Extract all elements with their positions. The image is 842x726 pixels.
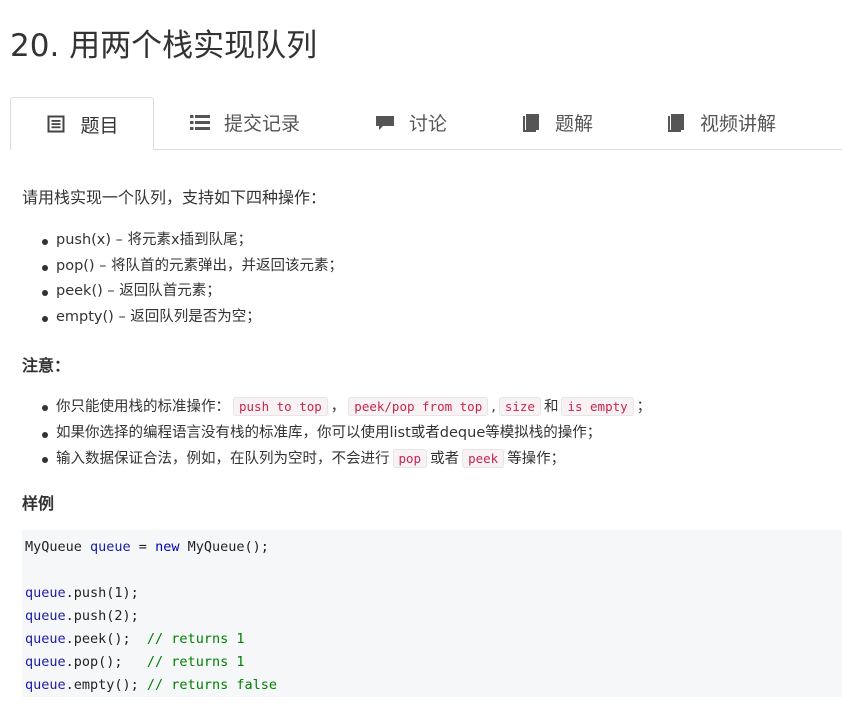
tab-discussion[interactable]: 讨论 xyxy=(374,97,447,148)
code-text: .push(1); xyxy=(65,585,139,601)
code-line: queue.pop(); // returns 1 xyxy=(25,651,839,674)
list-item: 你只能使用栈的标准操作： push to top， peek/pop from to… xyxy=(42,394,651,421)
tab-submissions[interactable]: 提交记录 xyxy=(189,97,300,148)
note-text: 和 xyxy=(543,399,559,415)
code-line: queue.push(1); xyxy=(25,582,839,605)
problem-intro: 请用栈实现一个队列，支持如下四种操作： xyxy=(22,188,327,207)
inline-code: push to top xyxy=(233,397,328,416)
note-text: 你只能使用栈的标准操作： xyxy=(56,399,230,415)
code-line: queue.peek(); // returns 1 xyxy=(25,628,839,651)
inline-code: peek xyxy=(462,449,505,468)
inline-code: peek/pop from top xyxy=(348,397,489,416)
code-comment: // returns 1 xyxy=(146,654,245,670)
code-variable: queue xyxy=(90,539,131,555)
example-code-block: MyQueue queue = new MyQueue(); queue.push… xyxy=(22,530,842,697)
inline-code: pop xyxy=(392,449,428,468)
note-text: ； xyxy=(636,399,652,415)
code-text: MyQueue xyxy=(25,539,91,555)
tab-label: 视频讲解 xyxy=(700,113,777,135)
list-item: empty() – 返回队列是否为空； xyxy=(42,305,343,331)
list-item: 如果你选择的编程语言没有栈的标准库，你可以使用list或者deque等模拟栈的操… xyxy=(42,421,651,447)
notes-list: 你只能使用栈的标准操作： push to top， peek/pop from to… xyxy=(42,394,651,473)
page-title: 20. 用两个栈实现队列 xyxy=(10,28,318,64)
list-item: 输入数据保证合法，例如，在队列为空时，不会进行 pop 或者 peek 等操作； xyxy=(42,446,651,473)
example-heading: 样例 xyxy=(22,494,55,513)
note-text: 等操作； xyxy=(507,451,566,467)
note-text: , xyxy=(491,399,496,415)
code-variable: queue xyxy=(25,631,66,647)
list-item: push(x) – 将元素x插到队尾； xyxy=(42,228,343,254)
tab-label: 题目 xyxy=(80,114,119,137)
code-variable: queue xyxy=(25,608,66,624)
code-variable: queue xyxy=(25,585,66,601)
tab-label: 题解 xyxy=(555,113,594,135)
code-text: .pop(); xyxy=(65,654,147,670)
code-text: MyQueue(); xyxy=(179,539,269,555)
comment-icon xyxy=(374,113,396,133)
code-line: queue.empty(); // returns false xyxy=(25,674,839,697)
code-text: .push(2); xyxy=(65,608,139,624)
inline-code: is empty xyxy=(561,397,634,416)
book-icon xyxy=(520,113,542,133)
tab-solutions[interactable]: 题解 xyxy=(520,97,593,148)
code-line: MyQueue queue = new MyQueue(); xyxy=(25,536,839,559)
tab-problem[interactable]: 题目 xyxy=(10,97,154,150)
code-keyword: new xyxy=(155,539,180,555)
tab-bar: 题目 提交记录 讨论 题解 视频讲解 xyxy=(10,97,842,150)
code-variable: queue xyxy=(25,654,66,670)
tab-label: 讨论 xyxy=(409,113,448,135)
document-list-icon xyxy=(45,114,67,134)
code-line: queue.push(2); xyxy=(25,605,839,628)
inline-code: size xyxy=(498,397,541,416)
tab-video[interactable]: 视频讲解 xyxy=(665,97,776,148)
operation-list: push(x) – 将元素x插到队尾； pop() – 将队首的元素弹出，并返回… xyxy=(42,228,343,330)
notes-heading: 注意： xyxy=(22,356,71,375)
book-icon xyxy=(665,113,687,133)
note-text: ， xyxy=(330,399,346,415)
code-comment: // returns 1 xyxy=(146,631,245,647)
tab-label: 提交记录 xyxy=(224,113,301,135)
list-item: pop() – 将队首的元素弹出，并返回该元素； xyxy=(42,254,343,280)
code-text: .empty(); xyxy=(65,677,147,693)
code-variable: queue xyxy=(25,677,66,693)
list-item: peek() – 返回队首元素； xyxy=(42,279,343,305)
code-text: .peek(); xyxy=(65,631,147,647)
note-text: 或者 xyxy=(430,451,460,467)
note-text: 输入数据保证合法，例如，在队列为空时，不会进行 xyxy=(56,451,390,467)
code-comment: // returns false xyxy=(146,677,277,693)
list-icon xyxy=(189,113,211,133)
code-text: = xyxy=(130,539,156,555)
